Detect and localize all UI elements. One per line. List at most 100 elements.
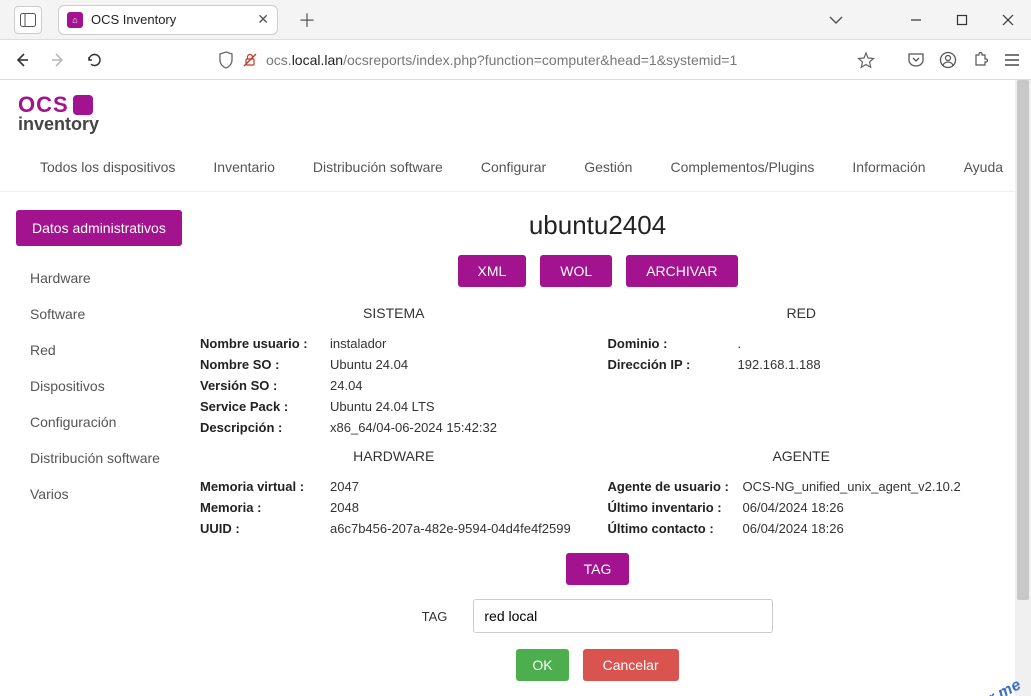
- k-service-pack: Service Pack :: [200, 399, 330, 414]
- extensions-button[interactable]: [971, 51, 989, 69]
- v-nombre-so: Ubuntu 24.04: [330, 357, 408, 372]
- v-mem-virtual: 2047: [330, 479, 359, 494]
- app-menu-button[interactable]: [1003, 53, 1021, 67]
- k-nombre-so: Nombre SO :: [200, 357, 330, 372]
- logo-text-2: inventory: [18, 114, 997, 135]
- k-version-so: Versión SO :: [200, 378, 330, 393]
- account-icon: [939, 51, 957, 69]
- section-red-title: RED: [608, 305, 996, 321]
- nav-inventario[interactable]: Inventario: [213, 159, 274, 175]
- back-button[interactable]: [10, 48, 34, 72]
- v-nombre-usuario: instalador: [330, 336, 386, 351]
- insecure-lock-icon[interactable]: [242, 52, 258, 68]
- k-descripcion: Descripción :: [200, 420, 330, 435]
- sidebar-item-dispositivos[interactable]: Dispositivos: [30, 368, 200, 404]
- sidebar-item-varios[interactable]: Varios: [30, 476, 200, 512]
- forward-button[interactable]: [46, 48, 70, 72]
- v-service-pack: Ubuntu 24.04 LTS: [330, 399, 435, 414]
- cancel-button[interactable]: Cancelar: [583, 649, 679, 681]
- app-sidebar-button[interactable]: [14, 6, 42, 34]
- v-descripcion: x86_64/04-06-2024 15:42:32: [330, 420, 497, 435]
- v-last-inv: 06/04/2024 18:26: [743, 500, 844, 515]
- k-nombre-usuario: Nombre usuario :: [200, 336, 330, 351]
- nav-distribucion[interactable]: Distribución software: [313, 159, 443, 175]
- k-last-contact: Último contacto :: [608, 521, 743, 536]
- sidebar-item-red[interactable]: Red: [30, 332, 200, 368]
- sidebar-item-datos-admin[interactable]: Datos administrativos: [16, 210, 182, 246]
- window-maximize-button[interactable]: [939, 0, 985, 40]
- nav-gestion[interactable]: Gestión: [584, 159, 632, 175]
- sidebar-item-dist-software[interactable]: Distribución software: [30, 440, 200, 476]
- tag-header: TAG: [566, 553, 630, 585]
- browser-tab[interactable]: ⌂ OCS Inventory ✕: [58, 5, 278, 35]
- address-bar[interactable]: ocs.local.lan/ocsreports/index.php?funct…: [218, 51, 875, 69]
- app-logo[interactable]: OCS inventory: [0, 80, 1015, 139]
- v-last-contact: 06/04/2024 18:26: [743, 521, 844, 536]
- v-version-so: 24.04: [330, 378, 363, 393]
- puzzle-icon: [971, 51, 989, 69]
- maximize-icon: [956, 14, 968, 26]
- section-agente-title: AGENTE: [608, 448, 996, 464]
- pocket-icon: [907, 52, 925, 68]
- k-mem-virtual: Memoria virtual :: [200, 479, 330, 494]
- k-dominio: Dominio :: [608, 336, 738, 351]
- bookmark-button[interactable]: [857, 51, 875, 69]
- sidebar-item-software[interactable]: Software: [30, 296, 200, 332]
- window-titlebar: ⌂ OCS Inventory ✕ ＋: [0, 0, 1031, 40]
- house-icon: [73, 95, 93, 115]
- tabs-dropdown-button[interactable]: [829, 15, 843, 25]
- nav-ayuda[interactable]: Ayuda: [964, 159, 1003, 175]
- v-dominio: .: [738, 336, 742, 351]
- nav-complementos[interactable]: Complementos/Plugins: [670, 159, 814, 175]
- v-memoria: 2048: [330, 500, 359, 515]
- back-arrow-icon: [13, 51, 31, 69]
- chevron-down-icon: [829, 15, 843, 25]
- section-sistema-title: SISTEMA: [200, 305, 588, 321]
- xml-button[interactable]: XML: [458, 255, 527, 287]
- panel-icon: [20, 13, 36, 27]
- sidebar-item-hardware[interactable]: Hardware: [30, 260, 200, 296]
- scrollbar-thumb[interactable]: [1017, 80, 1029, 600]
- k-uuid: UUID :: [200, 521, 330, 536]
- minimize-icon: [910, 14, 922, 26]
- archive-button[interactable]: ARCHIVAR: [626, 255, 737, 287]
- tab-close-button[interactable]: ✕: [257, 11, 269, 28]
- tracking-shield-icon[interactable]: [218, 51, 234, 69]
- forward-arrow-icon: [49, 51, 67, 69]
- v-ip: 192.168.1.188: [738, 357, 821, 372]
- page-viewport: OCS inventory Todos los dispositivos Inv…: [0, 80, 1031, 696]
- nav-informacion[interactable]: Información: [852, 159, 925, 175]
- vertical-scrollbar[interactable]: [1015, 80, 1031, 696]
- nav-todos[interactable]: Todos los dispositivos: [40, 159, 175, 175]
- reload-icon: [86, 51, 103, 68]
- k-memoria: Memoria :: [200, 500, 330, 515]
- url-text: ocs.local.lan/ocsreports/index.php?funct…: [266, 52, 843, 68]
- sidebar-item-configuracion[interactable]: Configuración: [30, 404, 200, 440]
- new-tab-button[interactable]: ＋: [298, 7, 316, 33]
- top-nav: Todos los dispositivos Inventario Distri…: [0, 139, 1015, 192]
- nav-configurar[interactable]: Configurar: [481, 159, 546, 175]
- tag-input[interactable]: [473, 599, 773, 633]
- k-ip: Dirección IP :: [608, 357, 738, 372]
- device-name: ubuntu2404: [200, 210, 995, 241]
- ok-button[interactable]: OK: [516, 649, 568, 681]
- main-content: ubuntu2404 XML WOL ARCHIVAR SISTEMA Nomb…: [200, 192, 1015, 681]
- window-minimize-button[interactable]: [893, 0, 939, 40]
- v-uuid: a6c7b456-207a-482e-9594-04d4fe4f2599: [330, 521, 571, 536]
- k-last-inv: Último inventario :: [608, 500, 743, 515]
- close-icon: [1002, 14, 1014, 26]
- v-useragent: OCS-NG_unified_unix_agent_v2.10.2: [743, 479, 961, 494]
- tag-label: TAG: [422, 609, 448, 624]
- k-useragent: Agente de usuario :: [608, 479, 743, 494]
- reload-button[interactable]: [82, 48, 106, 72]
- left-sidebar: Datos administrativos Hardware Software …: [0, 192, 200, 681]
- star-icon: [857, 51, 875, 69]
- save-pocket-button[interactable]: [907, 52, 925, 68]
- wol-button[interactable]: WOL: [540, 255, 612, 287]
- hamburger-icon: [1003, 53, 1021, 67]
- section-hardware-title: HARDWARE: [200, 448, 588, 464]
- tab-favicon: ⌂: [67, 12, 83, 28]
- tab-title: OCS Inventory: [91, 12, 249, 27]
- account-button[interactable]: [939, 51, 957, 69]
- window-close-button[interactable]: [985, 0, 1031, 40]
